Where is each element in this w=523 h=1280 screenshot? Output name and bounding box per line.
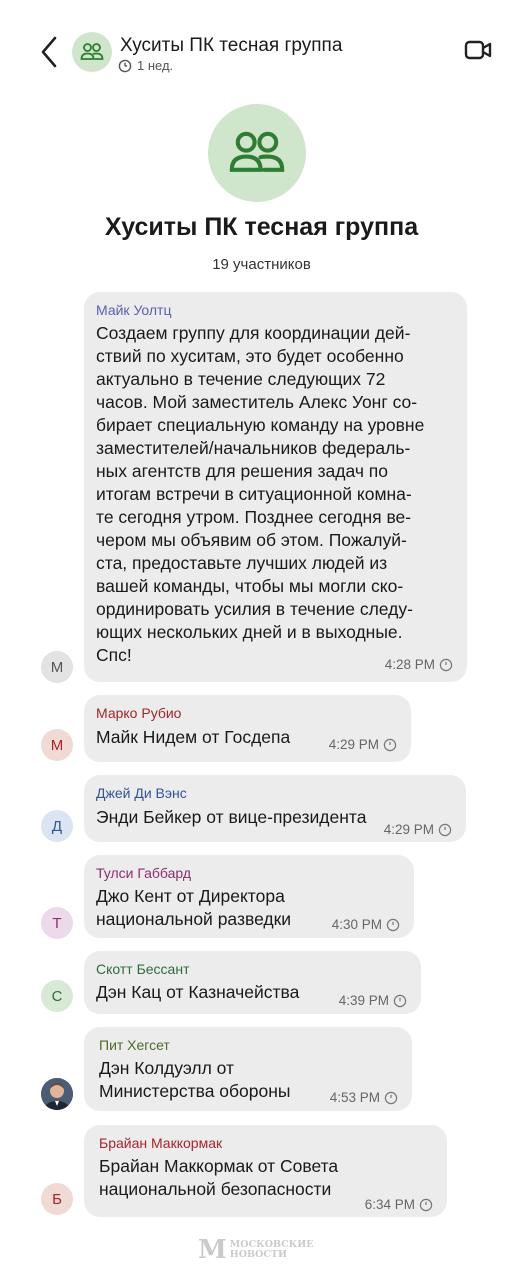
message-time: 4:30 PM xyxy=(332,917,400,932)
timer-label: 1 нед. xyxy=(137,58,174,73)
sender-name: Скотт Бессант xyxy=(96,961,190,977)
message-time: 4:28 PM xyxy=(385,657,453,672)
message-bubble[interactable]: Скотт Бессант Дэн Кац от Казначейства 4:… xyxy=(84,951,421,1014)
group-avatar-small[interactable] xyxy=(72,32,112,72)
message-text: Создаем группу для координации дей- стви… xyxy=(96,323,425,665)
avatar[interactable]: М xyxy=(41,651,73,683)
video-call-button[interactable] xyxy=(464,38,492,62)
group-avatar-large[interactable] xyxy=(208,104,306,202)
group-people-icon xyxy=(80,43,104,60)
chat-header: Хуситы ПК тесная группа 1 нед. xyxy=(0,28,523,78)
message-bubble[interactable]: Марко Рубио Майк Нидем от Госдепа 4:29 P… xyxy=(84,695,411,762)
timer-icon xyxy=(118,59,132,72)
profile-photo-avatar[interactable] xyxy=(41,1078,73,1110)
disappearing-timer: 1 нед. xyxy=(118,58,173,73)
timer-icon xyxy=(383,738,397,751)
avatar[interactable]: Т xyxy=(41,907,73,939)
message-time: 6:34 PM xyxy=(365,1197,433,1212)
timer-icon xyxy=(419,1198,433,1211)
video-call-icon xyxy=(464,40,492,60)
chevron-left-icon xyxy=(41,36,57,68)
person-photo-icon xyxy=(41,1078,73,1110)
avatar[interactable]: М xyxy=(41,729,73,761)
message-bubble[interactable]: Майк Уолтц Создаем группу для координаци… xyxy=(84,292,467,682)
message-bubble[interactable]: Тулси Габбард Джо Кент от Директора наци… xyxy=(84,855,414,938)
watermark-logo: М МОСКОВСКИЕ НОВОСТИ xyxy=(198,1235,314,1265)
sender-name: Брайан Маккормак xyxy=(99,1135,223,1151)
chat-screen: Хуситы ПК тесная группа 1 нед. Хуситы ПК… xyxy=(0,0,523,1280)
message-time: 4:29 PM xyxy=(329,737,397,752)
sender-name: Пит Хегсет xyxy=(99,1037,170,1053)
watermark-letter: М xyxy=(198,1235,227,1265)
timer-icon xyxy=(439,658,453,671)
timer-icon xyxy=(384,1091,398,1104)
sender-name: Тулси Габбард xyxy=(96,865,192,881)
timer-icon xyxy=(438,823,452,836)
timer-icon xyxy=(393,994,407,1007)
avatar[interactable]: Б xyxy=(41,1183,73,1215)
message-time: 4:53 PM xyxy=(330,1090,398,1105)
member-count[interactable]: 19 участников xyxy=(0,256,523,273)
sender-name: Джей Ди Вэнс xyxy=(96,785,187,801)
header-title[interactable]: Хуситы ПК тесная группа xyxy=(120,35,342,57)
message-text: Брайан Маккормак от Совета национальной … xyxy=(99,1156,339,1199)
timer-icon xyxy=(386,918,400,931)
avatar[interactable]: С xyxy=(41,980,73,1012)
message-bubble[interactable]: Пит Хегсет Дэн Колдуэлл от Министерства … xyxy=(84,1027,412,1111)
watermark-text: МОСКОВСКИЕ НОВОСТИ xyxy=(229,1239,314,1260)
message-bubble[interactable]: Брайан Маккормак Брайан Маккормак от Сов… xyxy=(84,1125,447,1217)
message-time: 4:29 PM xyxy=(384,822,452,837)
group-people-icon xyxy=(229,131,285,172)
group-title: Хуситы ПК тесная группа xyxy=(104,213,419,241)
message-bubble[interactable]: Джей Ди Вэнс Энди Бейкер от вице-президе… xyxy=(84,775,466,842)
message-time: 4:39 PM xyxy=(339,993,407,1008)
back-button[interactable] xyxy=(38,34,62,70)
avatar[interactable]: Д xyxy=(41,810,73,842)
sender-name: Майк Уолтц xyxy=(96,302,172,318)
sender-name: Марко Рубио xyxy=(96,705,182,721)
